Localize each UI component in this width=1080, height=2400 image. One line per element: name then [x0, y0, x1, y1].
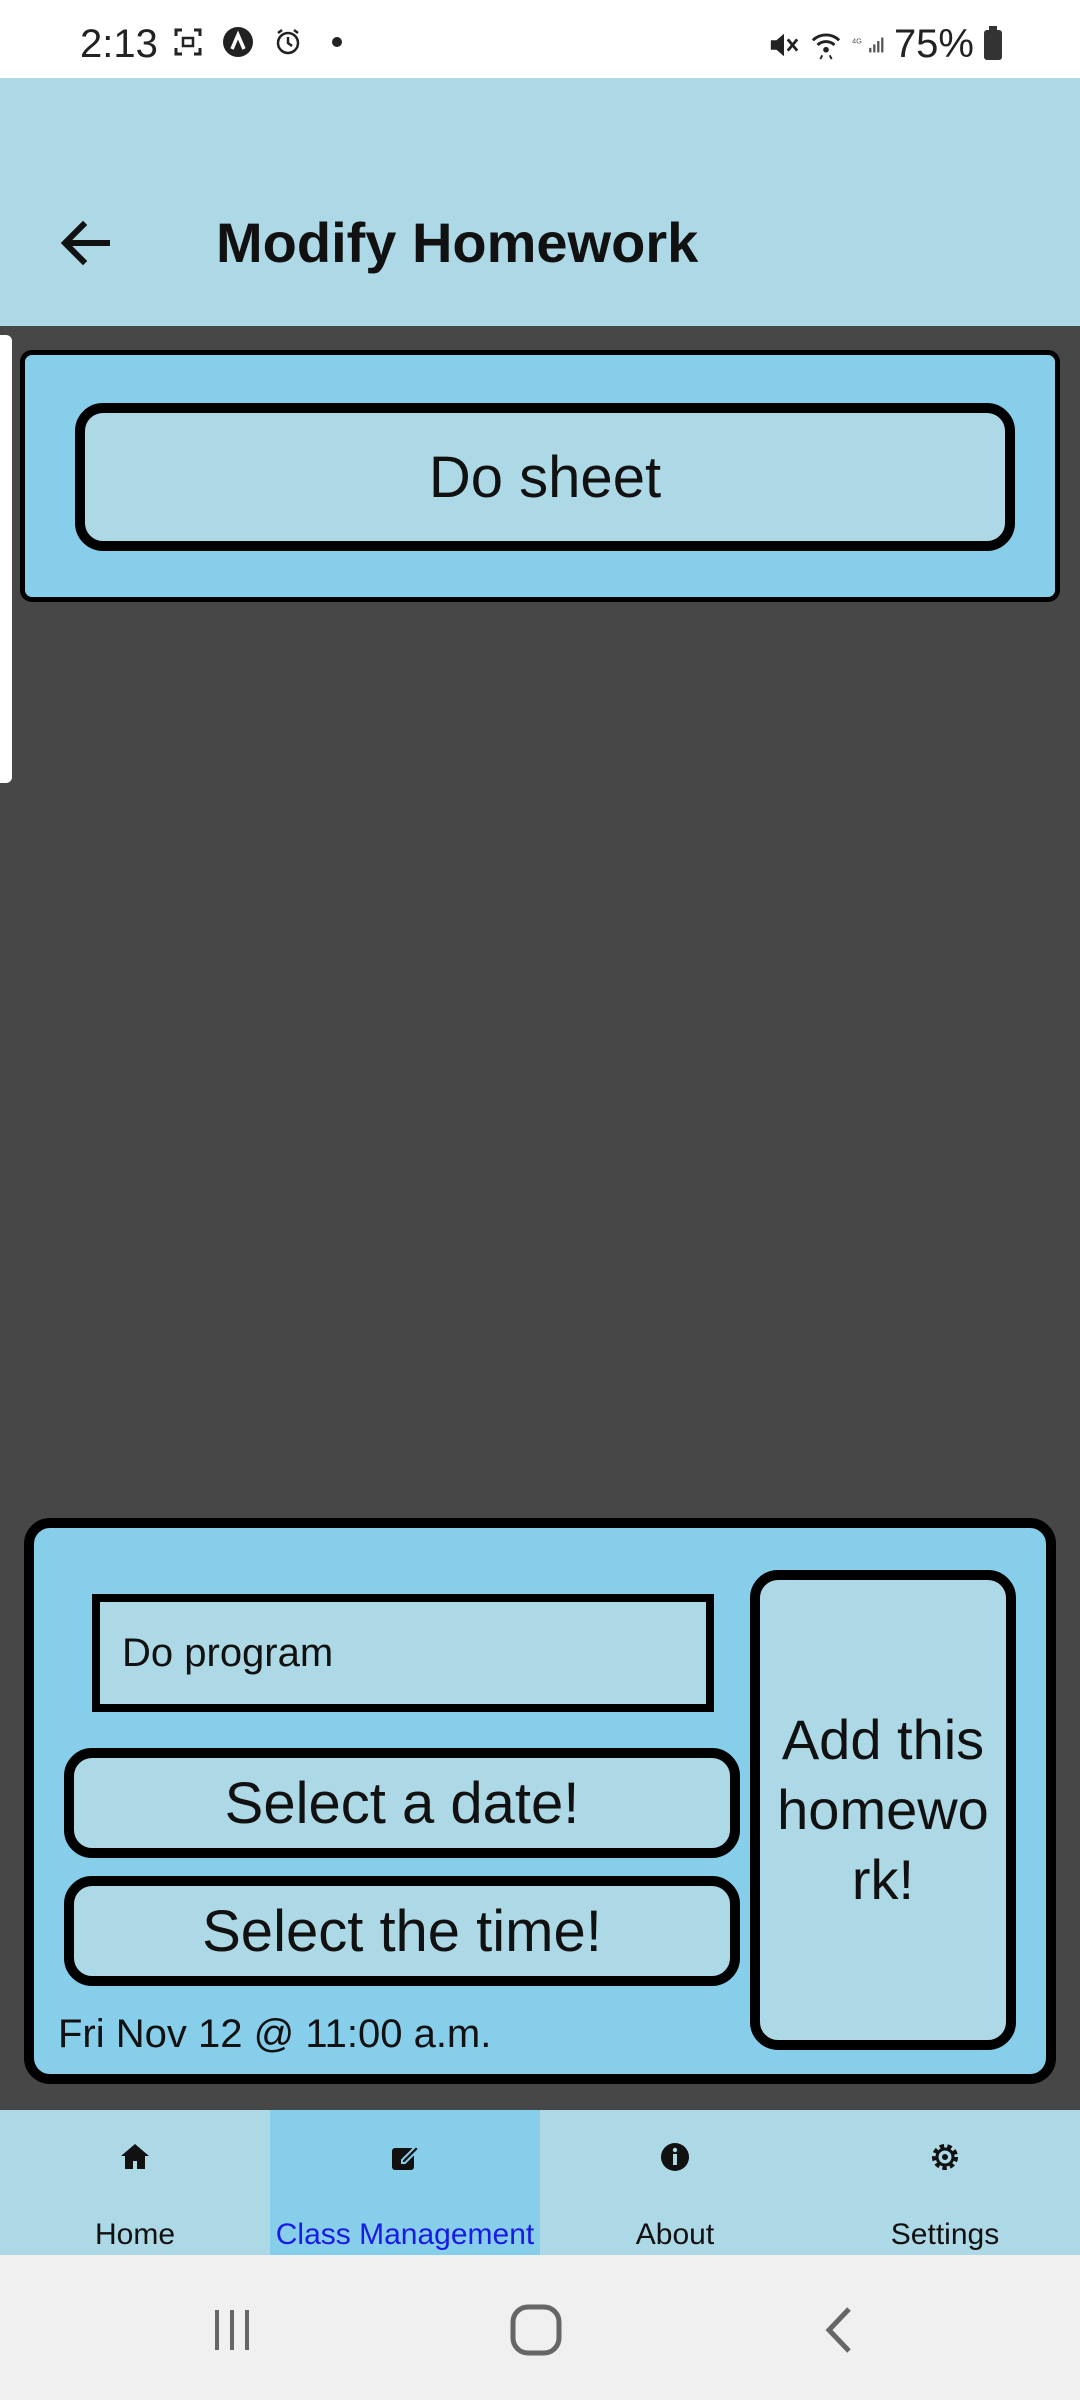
- status-right-icons: 4G 75%: [768, 22, 1002, 67]
- status-left-icons: [172, 26, 342, 58]
- gear-icon: [932, 2144, 958, 2170]
- homework-name-input[interactable]: [92, 1594, 714, 1712]
- 4g-signal-icon: 4G: [852, 29, 884, 61]
- back-nav-button[interactable]: [800, 2295, 880, 2365]
- edit-icon: [392, 2144, 421, 2170]
- app-header: Modify Homework: [0, 78, 1080, 326]
- recent-apps-icon: [215, 2310, 249, 2350]
- alarm-icon: [272, 26, 304, 58]
- selected-datetime: Fri Nov 12 @ 11:00 a.m.: [58, 2012, 492, 2056]
- select-date-button[interactable]: Select a date!: [64, 1748, 740, 1858]
- tab-label-settings: Settings: [890, 2218, 1000, 2251]
- system-nav-bar: [0, 2255, 1080, 2400]
- screenshot-icon: [172, 26, 204, 58]
- status-bar: 2:13 4G 75%: [0, 0, 1080, 78]
- arrow-left-icon: [60, 220, 110, 266]
- tab-label-home: Home: [94, 2218, 176, 2251]
- home-icon: [121, 2144, 149, 2169]
- tab-settings[interactable]: Settings: [810, 2110, 1080, 2255]
- tab-home[interactable]: Home: [0, 2110, 270, 2255]
- battery-percent: 75%: [893, 22, 974, 66]
- homework-item-button[interactable]: Do sheet: [75, 403, 1015, 551]
- add-homework-button[interactable]: Add this homework!: [750, 1570, 1016, 2050]
- home-circle-icon: [510, 2304, 562, 2356]
- select-time-button[interactable]: Select the time!: [64, 1876, 740, 1986]
- chevron-left-icon: [825, 2307, 851, 2353]
- status-time: 2:13: [80, 22, 158, 66]
- notification-dot: [332, 37, 342, 47]
- homework-list-card: Do sheet: [20, 350, 1060, 602]
- recent-apps-button[interactable]: [192, 2295, 272, 2365]
- tab-about[interactable]: About: [540, 2110, 810, 2255]
- bottom-tab-bar: Home Class Management About Settings: [0, 2110, 1080, 2255]
- app-notification-icon: [222, 26, 254, 58]
- svg-text:4G: 4G: [852, 36, 862, 45]
- tab-label-about: About: [635, 2218, 715, 2251]
- add-homework-form: Select a date! Select the time! Fri Nov …: [24, 1518, 1056, 2084]
- tab-label-class-management: Class Management: [275, 2218, 535, 2251]
- wifi-icon: [810, 29, 842, 61]
- battery-icon: [984, 25, 1002, 60]
- page-title: Modify Homework: [216, 211, 699, 274]
- back-button[interactable]: [50, 208, 120, 278]
- mute-icon: [768, 29, 800, 61]
- tab-class-management[interactable]: Class Management: [270, 2110, 540, 2255]
- home-nav-button[interactable]: [496, 2295, 576, 2365]
- scroll-indicator: [0, 335, 12, 783]
- info-icon: [661, 2143, 689, 2171]
